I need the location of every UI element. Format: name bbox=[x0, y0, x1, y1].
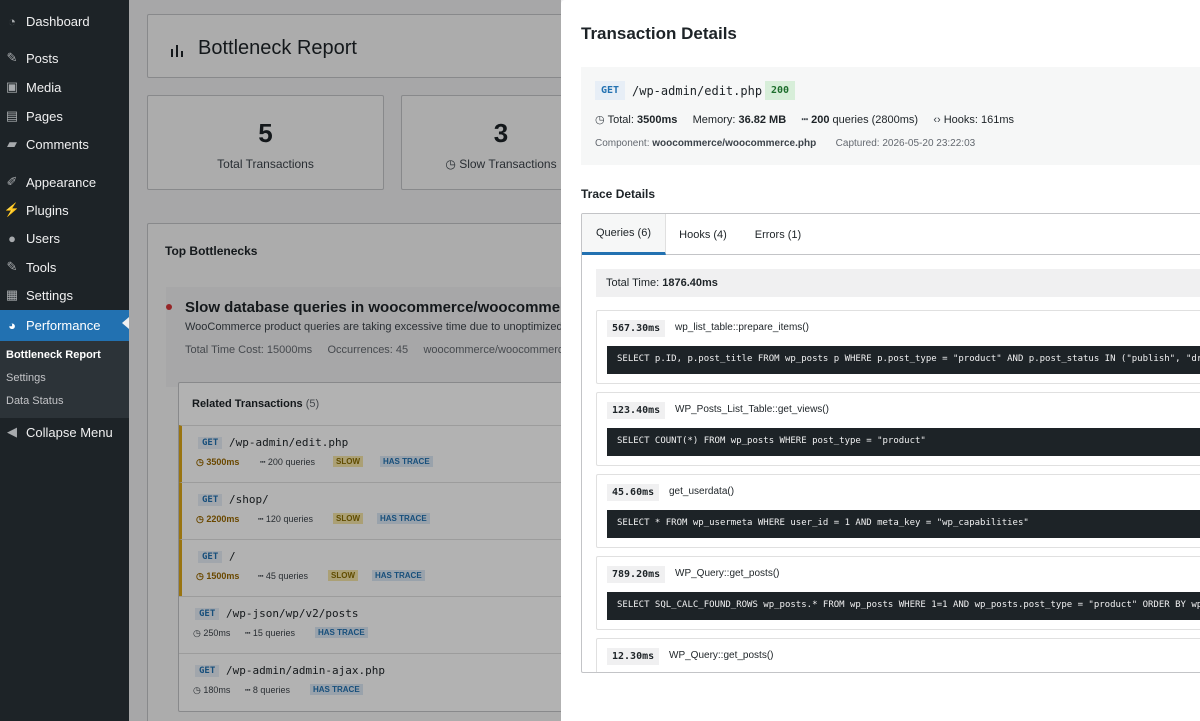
performance-submenu: Bottleneck Report Settings Data Status bbox=[0, 341, 129, 418]
modal-title: Transaction Details bbox=[581, 24, 737, 43]
performance-icon: ◕ bbox=[8, 318, 16, 333]
captured-timestamp: Captured: 2026-05-20 23:22:03 bbox=[835, 138, 976, 149]
memory-label: Memory: bbox=[692, 114, 736, 126]
sidebar-item-label: Appearance bbox=[26, 174, 97, 190]
sidebar-item-settings[interactable]: ▦ Settings bbox=[0, 282, 129, 308]
brush-icon: ✐ bbox=[6, 174, 18, 189]
collapse-menu-button[interactable]: ◀ Collapse Menu bbox=[0, 419, 129, 445]
submenu-item-bottleneck-report[interactable]: Bottleneck Report bbox=[6, 349, 101, 361]
submenu-item-data-status[interactable]: Data Status bbox=[6, 395, 63, 407]
sidebar-item-label: Tools bbox=[26, 259, 57, 275]
sidebar-item-label: Plugins bbox=[26, 202, 69, 218]
modal-backdrop[interactable] bbox=[129, 0, 561, 721]
submenu-item-settings[interactable]: Settings bbox=[6, 372, 46, 384]
tab-hooks[interactable]: Hooks (4) bbox=[666, 214, 740, 255]
sidebar-item-label: Settings bbox=[26, 287, 73, 303]
sidebar-item-media[interactable]: ▣ Media bbox=[0, 74, 129, 100]
query-function: get_userdata() bbox=[669, 486, 735, 497]
query-duration: 123.40ms bbox=[607, 402, 666, 419]
query-item[interactable]: 12.30ms WP_Query::get_posts() bbox=[596, 638, 1200, 672]
sidebar-item-label: Performance bbox=[26, 318, 101, 333]
sidebar-item-plugins[interactable]: ⚡ Plugins bbox=[0, 197, 129, 223]
sidebar-item-label: Users bbox=[26, 230, 60, 246]
query-function: WP_Query::get_posts() bbox=[669, 650, 774, 661]
total-time-label: Total Time: bbox=[606, 277, 660, 289]
tab-errors[interactable]: Errors (1) bbox=[740, 214, 816, 255]
sidebar-item-label: Pages bbox=[26, 108, 63, 124]
queries-label: queries (2800ms) bbox=[832, 114, 919, 126]
hooks-value: Hooks: 161ms bbox=[943, 114, 1015, 126]
trace-details-title: Trace Details bbox=[581, 187, 656, 201]
sidebar-item-tools[interactable]: ✎ Tools bbox=[0, 254, 129, 280]
query-sql: SELECT COUNT(*) FROM wp_posts WHERE post… bbox=[607, 428, 1200, 456]
plugin-icon: ⚡ bbox=[3, 202, 21, 217]
query-item[interactable]: 45.60ms get_userdata() SELECT * FROM wp_… bbox=[596, 474, 1200, 548]
database-icon: ┅ bbox=[801, 114, 809, 126]
collapse-menu-label: Collapse Menu bbox=[26, 424, 113, 440]
code-icon: ‹› bbox=[933, 114, 941, 126]
query-item[interactable]: 123.40ms WP_Posts_List_Table::get_views(… bbox=[596, 392, 1200, 466]
collapse-icon: ◀ bbox=[7, 424, 17, 439]
sidebar-item-label: Media bbox=[26, 79, 62, 95]
total-label: Total: bbox=[607, 114, 634, 126]
pages-icon: ▤ bbox=[5, 108, 19, 123]
status-badge: 200 bbox=[765, 81, 796, 100]
transaction-details-modal: Transaction Details GET /wp-admin/edit.p… bbox=[561, 0, 1200, 721]
sidebar-item-dashboard[interactable]: ◔ Dashboard bbox=[0, 8, 129, 34]
total-value: 3500ms bbox=[636, 114, 678, 126]
query-item[interactable]: 789.20ms WP_Query::get_posts() SELECT SQ… bbox=[596, 556, 1200, 630]
admin-sidebar: ◔ Dashboard ✎ Posts ▣ Media ▤ Pages ▰ Comment… bbox=[0, 0, 129, 721]
query-item[interactable]: 567.30ms wp_list_table::prepare_items() … bbox=[596, 310, 1200, 384]
query-function: wp_list_table::prepare_items() bbox=[675, 322, 809, 333]
active-indicator bbox=[122, 317, 129, 329]
query-sql: SELECT p.ID, p.post_title FROM wp_posts … bbox=[607, 346, 1200, 374]
user-icon: ● bbox=[8, 230, 16, 246]
settings-icon: ▦ bbox=[5, 287, 19, 302]
sidebar-item-appearance[interactable]: ✐ Appearance bbox=[0, 169, 129, 195]
sidebar-item-performance[interactable]: ◕ Performance bbox=[0, 310, 129, 341]
query-duration: 789.20ms bbox=[607, 566, 666, 583]
query-duration: 567.30ms bbox=[607, 320, 666, 337]
tab-queries[interactable]: Queries (6) bbox=[582, 214, 666, 255]
sidebar-item-label: Comments bbox=[26, 136, 89, 152]
comment-icon: ▰ bbox=[7, 136, 17, 151]
query-function: WP_Query::get_posts() bbox=[675, 568, 780, 579]
query-duration: 45.60ms bbox=[607, 484, 660, 501]
transaction-meta: Component: woocommerce/woocommerce.php C… bbox=[595, 138, 975, 149]
transaction-url: /wp-admin/edit.php bbox=[632, 84, 763, 98]
queries-total-time: Total Time: 1876.40ms bbox=[596, 269, 1200, 297]
transaction-stats: ◷ Total: 3500ms Memory: 36.82 MB ┅ 200 que… bbox=[595, 113, 1014, 126]
media-icon: ▣ bbox=[5, 79, 19, 94]
pin-icon: ✎ bbox=[6, 50, 18, 65]
trace-details-panel: Queries (6) Hooks (4) Errors (1) Total T… bbox=[581, 213, 1200, 673]
transaction-summary: GET /wp-admin/edit.php 200 ◷ Total: 3500m… bbox=[581, 67, 1200, 165]
queries-count: 200 bbox=[811, 114, 830, 126]
query-function: WP_Posts_List_Table::get_views() bbox=[675, 404, 829, 415]
component-value: woocommerce/woocommerce.php bbox=[652, 138, 817, 149]
sidebar-item-label: Dashboard bbox=[26, 13, 90, 29]
sidebar-item-users[interactable]: ● Users bbox=[0, 225, 129, 251]
sidebar-item-label: Posts bbox=[26, 50, 59, 66]
wrench-icon: ✎ bbox=[6, 259, 18, 274]
memory-value: 36.82 MB bbox=[738, 114, 787, 126]
method-badge: GET bbox=[595, 81, 626, 100]
component-label: Component: bbox=[595, 138, 650, 149]
sidebar-item-posts[interactable]: ✎ Posts bbox=[0, 45, 129, 71]
clock-icon: ◷ bbox=[595, 114, 605, 126]
sidebar-item-pages[interactable]: ▤ Pages bbox=[0, 103, 129, 129]
query-sql: SELECT * FROM wp_usermeta WHERE user_id … bbox=[607, 510, 1200, 538]
query-sql: SELECT SQL_CALC_FOUND_ROWS wp_posts.* FR… bbox=[607, 592, 1200, 620]
dashboard-icon: ◔ bbox=[8, 13, 16, 29]
query-duration: 12.30ms bbox=[607, 648, 660, 665]
total-time-value: 1876.40ms bbox=[662, 277, 718, 289]
trace-tabs: Queries (6) Hooks (4) Errors (1) bbox=[582, 214, 1200, 255]
sidebar-item-comments[interactable]: ▰ Comments bbox=[0, 131, 129, 157]
